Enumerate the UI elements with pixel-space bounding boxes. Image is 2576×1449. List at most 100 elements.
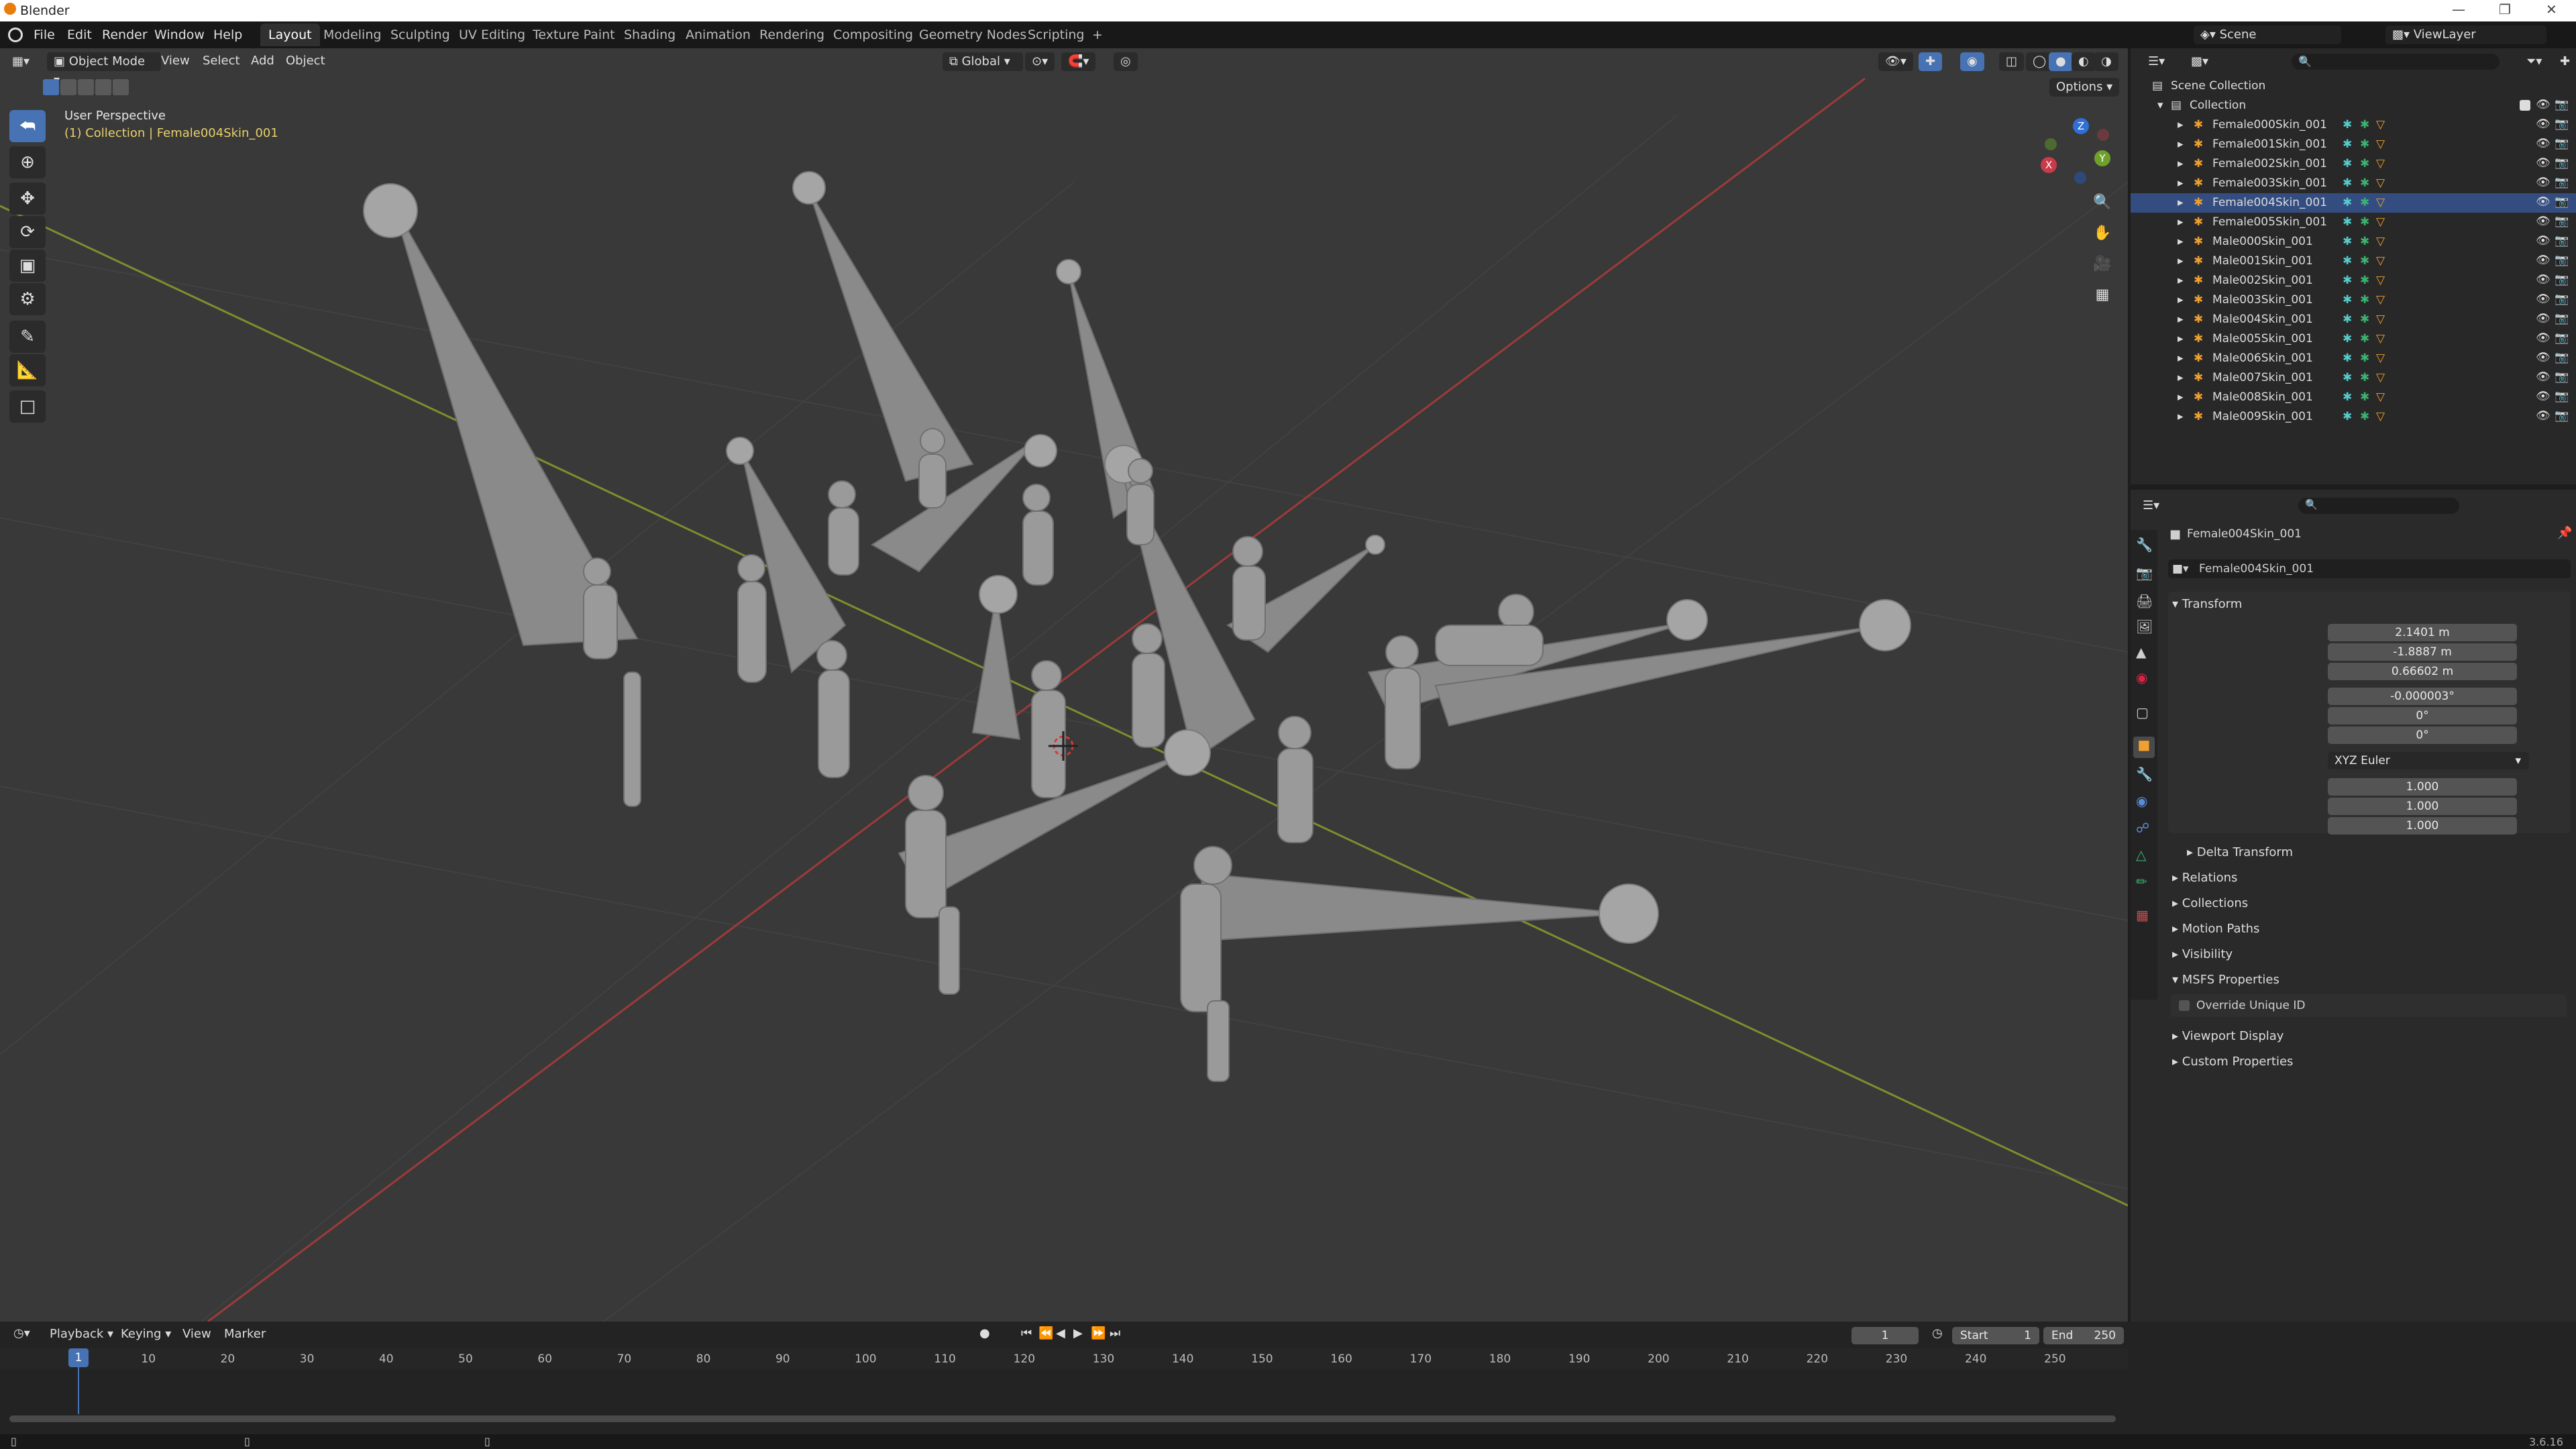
include-checkbox[interactable] xyxy=(2520,100,2530,111)
mesh-data-icon[interactable]: ▽ xyxy=(2376,390,2385,404)
mesh-data-icon[interactable]: ▽ xyxy=(2376,235,2385,248)
eye-icon[interactable]: 👁 xyxy=(2536,254,2551,267)
minimize-icon[interactable]: — xyxy=(2452,1,2465,17)
modifier-icon[interactable]: ✱ xyxy=(2360,254,2369,268)
mesh-data-icon[interactable]: ▽ xyxy=(2376,410,2385,423)
expand-arrow-icon[interactable]: ▸ xyxy=(2178,157,2184,170)
modifier-icon[interactable]: ✱ xyxy=(2360,118,2369,131)
modifier-icon[interactable]: ✱ xyxy=(2360,235,2369,248)
playhead[interactable]: 1 xyxy=(68,1348,89,1367)
location-z-field[interactable]: 0.66602 m xyxy=(2328,663,2517,680)
physics-tab-icon[interactable]: ◉ xyxy=(2136,793,2147,809)
gizmo-neg-x[interactable] xyxy=(2097,129,2109,141)
viewport-scene[interactable] xyxy=(0,48,2128,1322)
transform-orientation-dropdown[interactable]: ⧉ Global ▾ xyxy=(943,52,1023,71)
editor-type-icon[interactable]: ▦▾ xyxy=(5,52,36,71)
start-frame-field[interactable]: Start 1 xyxy=(1952,1327,2039,1344)
eye-icon[interactable]: 👁 xyxy=(2536,370,2551,384)
timeline-scrollbar[interactable] xyxy=(9,1415,2116,1422)
msfs-properties-header[interactable]: ▾ MSFS Properties xyxy=(2172,973,2279,987)
camera-icon[interactable]: 📷 xyxy=(2555,390,2569,403)
pose-icon[interactable]: ✱ xyxy=(2343,332,2352,345)
eye-icon[interactable]: 👁 xyxy=(2536,117,2551,131)
output-tab-icon[interactable]: 🖨 xyxy=(2136,593,2153,609)
override-unique-id-row[interactable]: Override Unique ID xyxy=(2171,994,2567,1017)
properties-editor-type-icon[interactable]: ☰▾ xyxy=(2136,496,2166,515)
expand-arrow-icon[interactable]: ▸ xyxy=(2178,352,2184,365)
render-tab-icon[interactable]: 📷 xyxy=(2136,565,2153,581)
scene-collection-row[interactable]: ▤ Scene Collection xyxy=(2131,76,2576,96)
gizmo-neg-y[interactable] xyxy=(2045,138,2057,150)
expand-arrow-icon[interactable]: ▸ xyxy=(2178,196,2184,209)
mesh-data-icon[interactable]: ▽ xyxy=(2376,138,2385,151)
gizmo-neg-z[interactable] xyxy=(2074,172,2086,184)
tab-uv-editing[interactable]: UV Editing xyxy=(451,23,533,46)
object-tab-icon[interactable]: ■ xyxy=(2133,737,2155,758)
transform-header[interactable]: ▾ Transform xyxy=(2172,597,2242,611)
expand-arrow-icon[interactable]: ▸ xyxy=(2178,274,2184,287)
expand-arrow-icon[interactable]: ▸ xyxy=(2178,254,2184,268)
pose-icon[interactable]: ✱ xyxy=(2343,254,2352,268)
navigation-gizmo[interactable]: Z Y X xyxy=(2039,115,2120,196)
object-name-field[interactable]: ■▾ Female004Skin_001 xyxy=(2168,559,2571,578)
outliner-object-row[interactable]: ▸ ✱ Female003Skin_001 ✱ ✱ ▽ 👁 📷 xyxy=(2131,174,2576,193)
snap-icon[interactable]: 🧲▾ xyxy=(1061,52,1096,71)
rotation-z-field[interactable]: 0° xyxy=(2328,727,2517,744)
camera-icon[interactable]: 📷 xyxy=(2555,234,2569,248)
camera-icon[interactable]: 📷 xyxy=(2555,351,2569,364)
pose-icon[interactable]: ✱ xyxy=(2343,138,2352,151)
tab-rendering[interactable]: Rendering xyxy=(751,23,833,46)
scene-tab-icon[interactable]: ▲ xyxy=(2136,644,2146,660)
outliner-object-row[interactable]: ▸ ✱ Male004Skin_001 ✱ ✱ ▽ 👁 📷 xyxy=(2131,310,2576,329)
modifier-icon[interactable]: ✱ xyxy=(2360,352,2369,365)
expand-arrow-icon[interactable]: ▸ xyxy=(2178,371,2184,384)
menu-select[interactable]: Select xyxy=(203,54,240,68)
expand-arrow-icon[interactable]: ▸ xyxy=(2178,176,2184,190)
outliner-object-row[interactable]: ▸ ✱ Female001Skin_001 ✱ ✱ ▽ 👁 📷 xyxy=(2131,135,2576,154)
select-mode-extend-icon[interactable] xyxy=(60,79,76,95)
camera-icon[interactable]: 📷 xyxy=(2555,409,2569,423)
add-cube-tool[interactable]: □ xyxy=(9,390,46,423)
menu-help[interactable]: Help xyxy=(213,28,242,42)
gizmo-y-axis[interactable]: Y xyxy=(2094,150,2110,166)
eye-icon[interactable]: 👁 xyxy=(2536,234,2551,248)
menu-render[interactable]: Render xyxy=(102,28,148,42)
viewport-display-header[interactable]: ▸ Viewport Display xyxy=(2172,1029,2284,1043)
modifier-icon[interactable]: ✱ xyxy=(2360,332,2369,345)
eye-icon[interactable]: 👁 xyxy=(2536,98,2551,111)
camera-icon[interactable]: 📷 xyxy=(2555,137,2569,150)
menu-add[interactable]: Add xyxy=(251,54,274,68)
modifier-icon[interactable]: ✱ xyxy=(2360,196,2369,209)
pose-icon[interactable]: ✱ xyxy=(2343,352,2352,365)
outliner-object-row[interactable]: ▸ ✱ Male009Skin_001 ✱ ✱ ▽ 👁 📷 xyxy=(2131,407,2576,427)
gizmo-x-axis[interactable]: X xyxy=(2041,157,2057,173)
object-data-tab-icon[interactable]: △ xyxy=(2136,847,2146,863)
timeline-editor-type-icon[interactable]: ◷▾ xyxy=(7,1324,37,1343)
outliner-object-row[interactable]: ▸ ✱ Male002Skin_001 ✱ ✱ ▽ 👁 📷 xyxy=(2131,271,2576,290)
pose-icon[interactable]: ✱ xyxy=(2343,157,2352,170)
visibility-header[interactable]: ▸ Visibility xyxy=(2172,947,2233,961)
gizmo-toggle-icon[interactable]: ✚ xyxy=(1919,52,1943,71)
scale-x-field[interactable]: 1.000 xyxy=(2328,778,2517,796)
view-layer-selector[interactable]: ▩▾ ViewLayer xyxy=(2385,25,2546,44)
modifier-icon[interactable]: ✱ xyxy=(2360,176,2369,190)
mesh-data-icon[interactable]: ▽ xyxy=(2376,332,2385,345)
eye-icon[interactable]: 👁 xyxy=(2536,215,2551,228)
tab-sculpting[interactable]: Sculpting xyxy=(382,23,458,46)
constraints-tab-icon[interactable]: ☍ xyxy=(2136,820,2149,836)
expand-arrow-icon[interactable]: ▸ xyxy=(2178,215,2184,229)
camera-icon[interactable]: 📷 xyxy=(2555,215,2569,228)
menu-marker[interactable]: Marker xyxy=(224,1327,266,1341)
3d-viewport[interactable]: ▦▾ ▣ Object Mode ▾ View Select Add Objec… xyxy=(0,48,2128,1322)
expand-arrow-icon[interactable]: ▸ xyxy=(2178,332,2184,345)
scale-y-field[interactable]: 1.000 xyxy=(2328,798,2517,815)
mode-dropdown[interactable]: ▣ Object Mode ▾ xyxy=(47,52,161,87)
collection-tab-icon[interactable]: ▢ xyxy=(2136,704,2149,720)
transform-tool[interactable]: ⚙ xyxy=(9,283,46,315)
rotation-mode-dropdown[interactable]: XYZ Euler ▾ xyxy=(2328,752,2529,769)
modifier-icon[interactable]: ✱ xyxy=(2360,274,2369,287)
eye-icon[interactable]: 👁 xyxy=(2536,312,2551,325)
pose-icon[interactable]: ✱ xyxy=(2343,176,2352,190)
eye-icon[interactable]: 👁 xyxy=(2536,292,2551,306)
mesh-data-icon[interactable]: ▽ xyxy=(2376,274,2385,287)
